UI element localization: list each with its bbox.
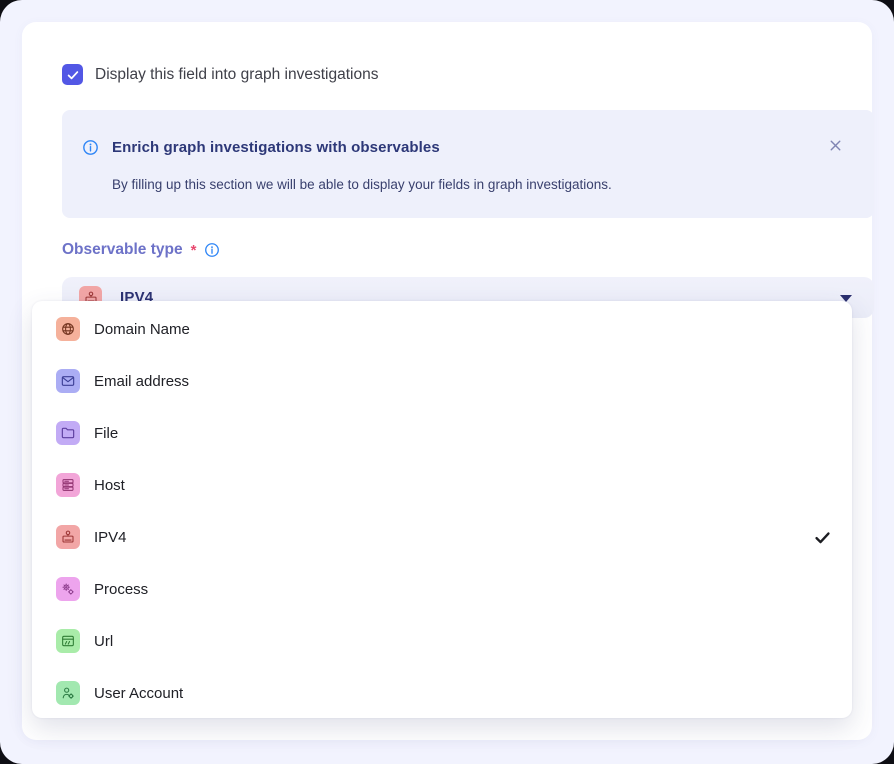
dropdown-item[interactable]: Host (32, 459, 852, 511)
check-icon (813, 580, 832, 599)
item-label: Email address (94, 373, 189, 390)
check-icon (813, 424, 832, 443)
gears-icon (60, 581, 76, 597)
info-icon (82, 139, 99, 156)
item-label: Url (94, 633, 113, 650)
close-icon[interactable] (827, 137, 844, 154)
check-icon (813, 372, 832, 391)
item-label: IPV4 (94, 529, 127, 546)
item-label: Domain Name (94, 321, 190, 338)
info-banner: Enrich graph investigations with observa… (62, 110, 874, 218)
banner-title-row: Enrich graph investigations with observa… (82, 139, 440, 156)
item-badge (56, 681, 80, 705)
dropdown-item[interactable]: Url (32, 615, 852, 667)
dropdown-item[interactable]: File (32, 407, 852, 459)
ip-location-icon (60, 529, 76, 545)
item-label: Host (94, 477, 125, 494)
dropdown-item[interactable]: Email address (32, 355, 852, 407)
item-badge (56, 473, 80, 497)
item-label: Process (94, 581, 148, 598)
required-asterisk: * (191, 242, 197, 259)
banner-title: Enrich graph investigations with observa… (112, 139, 440, 156)
envelope-icon (60, 373, 76, 389)
check-icon (813, 320, 832, 339)
server-icon (60, 477, 76, 493)
dropdown-list: Domain Name Email address File Host IPV4… (32, 303, 852, 718)
banner-description: By filling up this section we will be ab… (112, 177, 612, 192)
dropdown-item[interactable]: User Account (32, 667, 852, 718)
dropdown-item[interactable]: IPV4 (32, 511, 852, 563)
item-badge (56, 629, 80, 653)
item-badge (56, 369, 80, 393)
check-icon (813, 684, 832, 703)
user-gear-icon (60, 685, 76, 701)
folder-icon (60, 425, 76, 441)
field-label: Observable type (62, 241, 183, 259)
observable-type-dropdown: Domain Name Email address File Host IPV4… (32, 301, 852, 718)
checkbox-check-icon (66, 68, 80, 82)
item-badge (56, 317, 80, 341)
check-icon (813, 632, 832, 651)
checkbox-label: Display this field into graph investigat… (95, 66, 378, 84)
browser-url-icon (60, 633, 76, 649)
item-label: User Account (94, 685, 183, 702)
graph-display-checkbox-row: Display this field into graph investigat… (62, 64, 378, 85)
dropdown-item[interactable]: Domain Name (32, 303, 852, 355)
item-badge (56, 525, 80, 549)
panel-background: Display this field into graph investigat… (0, 0, 894, 764)
item-badge (56, 421, 80, 445)
field-info-icon[interactable] (204, 242, 220, 258)
check-icon (813, 528, 832, 547)
dropdown-item[interactable]: Process (32, 563, 852, 615)
globe-icon (60, 321, 76, 337)
graph-display-checkbox[interactable] (62, 64, 83, 85)
item-badge (56, 577, 80, 601)
observable-type-label-row: Observable type * (62, 241, 220, 259)
item-label: File (94, 425, 118, 442)
check-icon (813, 476, 832, 495)
